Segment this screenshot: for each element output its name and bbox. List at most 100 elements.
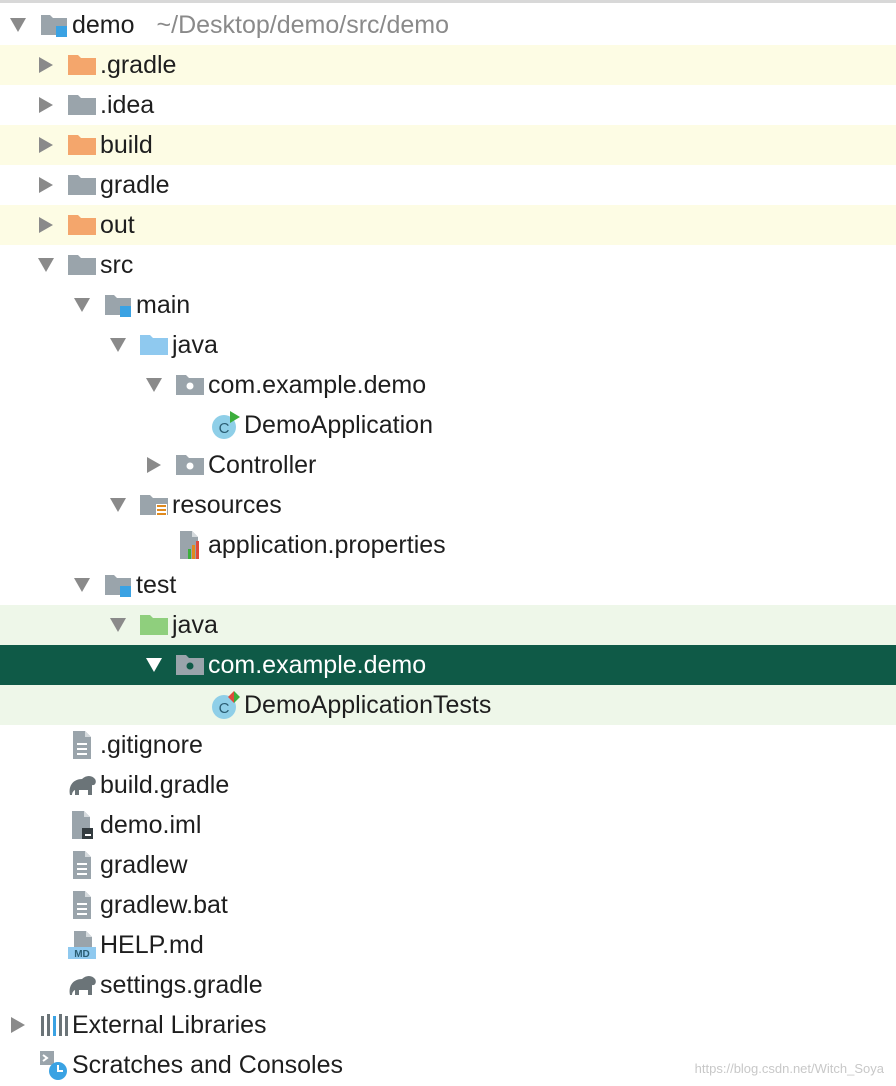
expand-arrow-down-icon[interactable] bbox=[64, 565, 100, 605]
folder-icon bbox=[64, 165, 100, 205]
module-folder-icon bbox=[36, 5, 72, 45]
tree-row-external-libraries[interactable]: External Libraries bbox=[0, 1005, 896, 1045]
test-source-folder-icon bbox=[136, 605, 172, 645]
text-file-icon bbox=[64, 845, 100, 885]
gradlew-bat-label: gradlew.bat bbox=[100, 890, 228, 919]
svg-text:C: C bbox=[219, 420, 230, 437]
text-file-icon bbox=[64, 725, 100, 765]
svg-text:C: C bbox=[219, 700, 230, 717]
tree-row-dot-gradle[interactable]: .gradle bbox=[0, 45, 896, 85]
settings-gradle-label: settings.gradle bbox=[100, 970, 263, 999]
expand-arrow-down-icon[interactable] bbox=[0, 5, 36, 45]
build-gradle-label: build.gradle bbox=[100, 770, 230, 799]
test-label: test bbox=[136, 570, 177, 599]
scratches-icon bbox=[36, 1045, 72, 1085]
markdown-file-icon: MD bbox=[64, 925, 100, 965]
tree-row-test-package[interactable]: com.example.demo bbox=[0, 645, 896, 685]
main-package-label: com.example.demo bbox=[208, 370, 427, 399]
expand-arrow-down-icon[interactable] bbox=[100, 325, 136, 365]
expand-arrow-right-icon[interactable] bbox=[28, 85, 64, 125]
libraries-icon bbox=[36, 1005, 72, 1045]
svg-text:MD: MD bbox=[74, 949, 90, 960]
tree-row-help-md[interactable]: MD HELP.md bbox=[0, 925, 896, 965]
package-icon bbox=[172, 365, 208, 405]
expand-arrow-down-icon[interactable] bbox=[64, 285, 100, 325]
expand-arrow-right-icon[interactable] bbox=[0, 1005, 36, 1045]
source-folder-icon bbox=[136, 325, 172, 365]
tree-row-main-package[interactable]: com.example.demo bbox=[0, 365, 896, 405]
tree-row-build-gradle[interactable]: build.gradle bbox=[0, 765, 896, 805]
main-label: main bbox=[136, 290, 191, 319]
test-class-icon: C bbox=[208, 685, 244, 725]
folder-icon bbox=[64, 85, 100, 125]
excluded-folder-icon bbox=[64, 125, 100, 165]
expand-arrow-right-icon[interactable] bbox=[136, 445, 172, 485]
expand-arrow-down-icon[interactable] bbox=[136, 645, 172, 685]
tree-row-settings-gradle[interactable]: settings.gradle bbox=[0, 965, 896, 1005]
tree-row-build[interactable]: build bbox=[0, 125, 896, 165]
demo-application-tests-label: DemoApplicationTests bbox=[244, 690, 492, 719]
expand-arrow-right-icon[interactable] bbox=[28, 165, 64, 205]
tree-row-application-properties[interactable]: application.properties bbox=[0, 525, 896, 565]
tree-row-resources[interactable]: resources bbox=[0, 485, 896, 525]
tree-row-demo-iml[interactable]: demo.iml bbox=[0, 805, 896, 845]
expand-arrow-down-icon[interactable] bbox=[100, 605, 136, 645]
expand-arrow-down-icon[interactable] bbox=[28, 245, 64, 285]
folder-icon bbox=[64, 245, 100, 285]
expand-arrow-right-icon[interactable] bbox=[28, 125, 64, 165]
build-label: build bbox=[100, 130, 153, 159]
tree-row-gradlew[interactable]: gradlew bbox=[0, 845, 896, 885]
project-tree[interactable]: demo ~/Desktop/demo/src/demo .gradle .id… bbox=[0, 5, 896, 1085]
scratches-label: Scratches and Consoles bbox=[72, 1050, 343, 1079]
expand-arrow-down-icon[interactable] bbox=[136, 365, 172, 405]
tree-row-main-java[interactable]: java bbox=[0, 325, 896, 365]
resources-label: resources bbox=[172, 490, 282, 519]
tree-row-main[interactable]: main bbox=[0, 285, 896, 325]
demo-application-label: DemoApplication bbox=[244, 410, 433, 439]
package-icon bbox=[172, 645, 208, 685]
src-label: src bbox=[100, 250, 134, 279]
top-border bbox=[0, 0, 896, 3]
controller-label: Controller bbox=[208, 450, 317, 479]
tree-row-demo-application[interactable]: C DemoApplication bbox=[0, 405, 896, 445]
gradle-folder-label: gradle bbox=[100, 170, 170, 199]
tree-row-gitignore[interactable]: .gitignore bbox=[0, 725, 896, 765]
root-path: ~/Desktop/demo/src/demo bbox=[156, 10, 450, 39]
main-java-label: java bbox=[172, 330, 218, 359]
gitignore-label: .gitignore bbox=[100, 730, 203, 759]
tree-row-test-java[interactable]: java bbox=[0, 605, 896, 645]
module-file-icon bbox=[64, 805, 100, 845]
demo-iml-label: demo.iml bbox=[100, 810, 202, 839]
external-libraries-label: External Libraries bbox=[72, 1010, 267, 1039]
text-file-icon bbox=[64, 885, 100, 925]
tree-row-out[interactable]: out bbox=[0, 205, 896, 245]
gradle-elephant-icon bbox=[64, 965, 100, 1005]
help-md-label: HELP.md bbox=[100, 930, 204, 959]
package-icon bbox=[172, 445, 208, 485]
properties-file-icon bbox=[172, 525, 208, 565]
tree-row-idea[interactable]: .idea bbox=[0, 85, 896, 125]
tree-row-src[interactable]: src bbox=[0, 245, 896, 285]
expand-arrow-right-icon[interactable] bbox=[28, 205, 64, 245]
tree-row-gradle[interactable]: gradle bbox=[0, 165, 896, 205]
application-properties-label: application.properties bbox=[208, 530, 446, 559]
root-label: demo bbox=[72, 10, 135, 39]
dot-gradle-label: .gradle bbox=[100, 50, 177, 79]
tree-row-controller[interactable]: Controller bbox=[0, 445, 896, 485]
module-folder-icon bbox=[100, 565, 136, 605]
gradlew-label: gradlew bbox=[100, 850, 188, 879]
tree-row-gradlew-bat[interactable]: gradlew.bat bbox=[0, 885, 896, 925]
expand-arrow-right-icon[interactable] bbox=[28, 45, 64, 85]
excluded-folder-icon bbox=[64, 45, 100, 85]
resources-folder-icon bbox=[136, 485, 172, 525]
tree-row-test[interactable]: test bbox=[0, 565, 896, 605]
tree-row-root[interactable]: demo ~/Desktop/demo/src/demo bbox=[0, 5, 896, 45]
gradle-elephant-icon bbox=[64, 765, 100, 805]
module-folder-icon bbox=[100, 285, 136, 325]
watermark: https://blog.csdn.net/Witch_Soya bbox=[694, 1061, 884, 1076]
tree-row-demo-application-tests[interactable]: C DemoApplicationTests bbox=[0, 685, 896, 725]
expand-arrow-down-icon[interactable] bbox=[100, 485, 136, 525]
excluded-folder-icon bbox=[64, 205, 100, 245]
idea-label: .idea bbox=[100, 90, 155, 119]
out-label: out bbox=[100, 210, 135, 239]
